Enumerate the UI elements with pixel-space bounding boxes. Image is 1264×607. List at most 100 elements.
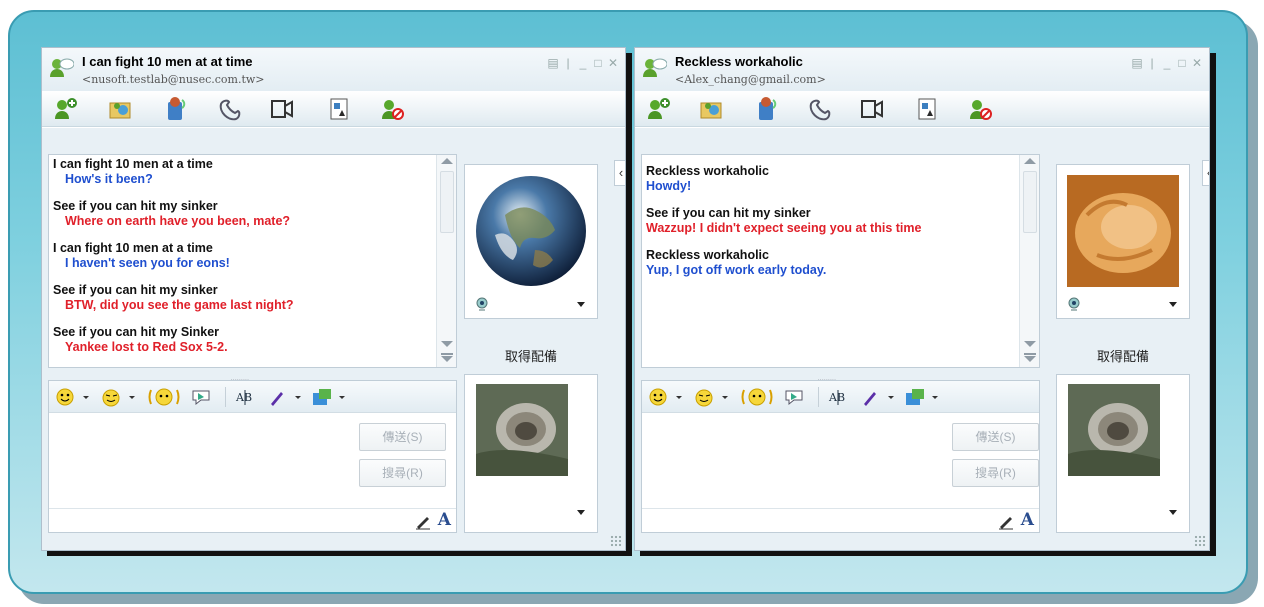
get-items-label[interactable]: 取得配備 (1056, 346, 1190, 365)
scroll-up-icon[interactable] (441, 158, 453, 164)
scroll-down-icon[interactable] (1024, 341, 1036, 347)
add-contact-icon[interactable] (645, 96, 671, 122)
action-toolbar (42, 91, 625, 127)
window-controls: ▤ | _ □ ✕ (547, 56, 619, 70)
collapse-panel-button[interactable]: ‹ (614, 160, 625, 186)
scroll-thumb[interactable] (1023, 171, 1037, 233)
scroll-end-icon[interactable] (1024, 353, 1036, 362)
chevron-down-icon[interactable] (1169, 510, 1177, 515)
send-button[interactable]: 傳送(S) (359, 423, 446, 451)
maximize-icon[interactable]: □ (1176, 56, 1188, 70)
font-button[interactable]: A (438, 510, 451, 530)
minimize-icon[interactable]: _ (577, 56, 589, 70)
contact-display-picture[interactable] (464, 164, 598, 319)
conversation-scrollbar[interactable] (436, 155, 456, 367)
games-icon[interactable] (915, 96, 941, 122)
earth-picture (476, 176, 586, 286)
paint-icon[interactable] (267, 387, 307, 407)
compose-footer: A (642, 508, 1039, 532)
font-button[interactable]: A (1021, 510, 1034, 530)
contact-email: <Alex_chang@gmail.com> (675, 73, 826, 86)
message-text: Yankee lost to Red Sox 5-2. (65, 340, 228, 354)
minimize-icon[interactable]: _ (1161, 56, 1173, 70)
format-toolbar: AB (49, 381, 456, 413)
background-icon[interactable] (904, 387, 944, 407)
video-icon[interactable] (859, 96, 885, 122)
paint-icon[interactable] (860, 387, 900, 407)
voice-call-icon[interactable] (753, 96, 779, 122)
conversation-pane: Reckless workaholic Howdy! See if you can … (641, 154, 1040, 368)
resize-grip[interactable] (1194, 535, 1206, 547)
wink-icon[interactable] (101, 387, 141, 407)
share-folder-icon[interactable] (108, 96, 134, 122)
emoticon-icon[interactable] (648, 387, 688, 407)
collapse-panel-button[interactable]: ‹ (1202, 160, 1209, 186)
message-text: Where on earth have you been, mate? (65, 214, 291, 228)
voice-clip-icon[interactable] (189, 387, 213, 407)
message-text: Wazzup! I didn't expect seeing you at th… (646, 221, 922, 235)
message-list: I can fight 10 men at a time How's it bee… (53, 157, 432, 367)
search-button[interactable]: 搜尋(R) (952, 459, 1039, 487)
separator: | (1150, 56, 1154, 70)
maximize-icon[interactable]: □ (592, 56, 604, 70)
chevron-down-icon[interactable] (577, 510, 585, 515)
message-item: See if you can hit my sinker BTW, did you… (53, 283, 432, 313)
chevron-down-icon[interactable] (577, 302, 585, 307)
get-items-label[interactable]: 取得配備 (464, 346, 598, 365)
separator (818, 387, 819, 407)
close-icon[interactable]: ✕ (607, 56, 619, 70)
phone-icon[interactable] (217, 96, 243, 122)
scroll-thumb[interactable] (440, 171, 454, 233)
contact-display-picture[interactable] (1056, 164, 1190, 319)
nest-picture (476, 384, 568, 476)
search-button[interactable]: 搜尋(R) (359, 459, 446, 487)
handwriting-icon[interactable] (414, 512, 432, 530)
message-text: I haven't seen you for eons! (65, 256, 230, 270)
svg-text:AB: AB (235, 391, 252, 404)
webcam-icon[interactable] (475, 297, 489, 311)
resize-grip[interactable] (610, 535, 622, 547)
chat-body: Reckless workaholic Howdy! See if you can … (635, 128, 1209, 550)
scroll-end-icon[interactable] (441, 353, 453, 362)
send-button[interactable]: 傳送(S) (952, 423, 1039, 451)
nudge-icon[interactable] (147, 387, 181, 407)
message-text: BTW, did you see the game last night? (65, 298, 294, 312)
chat-window-left: I can fight 10 men at at time <nusoft.te… (41, 47, 626, 551)
games-icon[interactable] (327, 96, 353, 122)
menu-icon[interactable]: ▤ (1131, 56, 1143, 70)
message-text: Howdy! (646, 179, 692, 193)
wink-icon[interactable] (694, 387, 734, 407)
my-display-picture[interactable] (1056, 374, 1190, 533)
share-folder-icon[interactable] (699, 96, 725, 122)
font-icon[interactable]: AB (235, 387, 257, 407)
message-text: How's it been? (65, 172, 153, 186)
menu-icon[interactable]: ▤ (547, 56, 559, 70)
background-icon[interactable] (311, 387, 351, 407)
chevron-down-icon[interactable] (1169, 302, 1177, 307)
webcam-icon[interactable] (1067, 297, 1081, 311)
block-icon[interactable] (379, 96, 405, 122)
close-icon[interactable]: ✕ (1191, 56, 1203, 70)
font-icon[interactable]: AB (828, 387, 850, 407)
window-controls: ▤ | _ □ ✕ (1131, 56, 1203, 70)
nest-picture (1068, 384, 1160, 476)
chat-body: I can fight 10 men at a time How's it bee… (42, 128, 625, 550)
conversation-scrollbar[interactable] (1019, 155, 1039, 367)
voice-clip-icon[interactable] (782, 387, 806, 407)
separator: | (566, 56, 570, 70)
my-display-picture[interactable] (464, 374, 598, 533)
message-sender: See if you can hit my sinker (53, 199, 218, 213)
scroll-down-icon[interactable] (441, 341, 453, 347)
phone-icon[interactable] (807, 96, 833, 122)
separator (225, 387, 226, 407)
message-text: Yup, I got off work early today. (646, 263, 827, 277)
handwriting-icon[interactable] (997, 512, 1015, 530)
emoticon-icon[interactable] (55, 387, 95, 407)
block-icon[interactable] (967, 96, 993, 122)
scroll-up-icon[interactable] (1024, 158, 1036, 164)
voice-call-icon[interactable] (162, 96, 188, 122)
add-contact-icon[interactable] (52, 96, 78, 122)
nudge-icon[interactable] (740, 387, 774, 407)
message-item: I can fight 10 men at a time How's it bee… (53, 157, 432, 187)
video-icon[interactable] (269, 96, 295, 122)
